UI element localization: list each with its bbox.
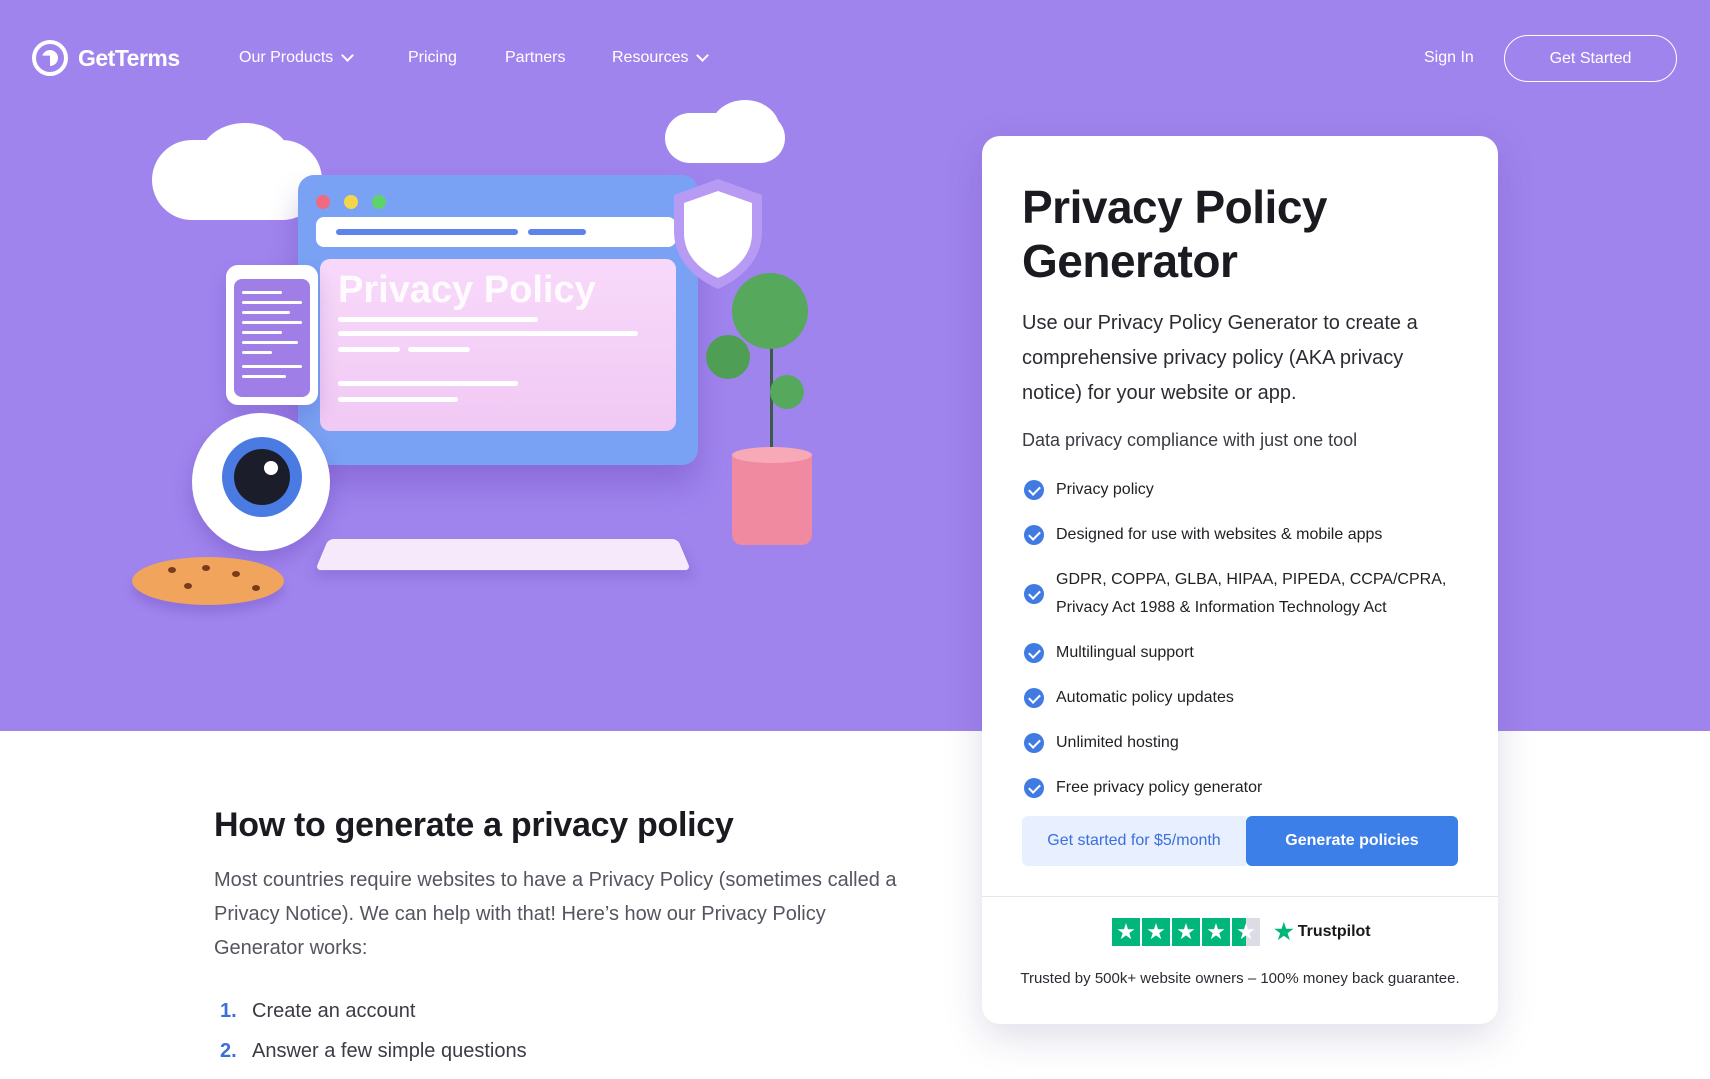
url-bar: [316, 217, 676, 247]
check-circle-icon: [1024, 778, 1044, 798]
logo-icon: [32, 40, 68, 76]
nav-item-our-products[interactable]: Our Products: [239, 49, 355, 67]
trustpilot-label: Trustpilot: [1297, 923, 1371, 940]
plant-pot: [732, 447, 812, 545]
hero-illustration: Privacy Policy: [120, 95, 820, 615]
check-circle-icon: [1024, 480, 1044, 500]
title-line: Generator: [1022, 235, 1238, 287]
feature-item: Multilingual support: [1024, 639, 1464, 667]
cookie-icon: [132, 557, 284, 605]
nav-item-label: Our Products: [239, 49, 334, 66]
step-number: 2.: [220, 1040, 237, 1062]
nav-item-label: Pricing: [408, 49, 457, 66]
list-item: 1. Create an account: [220, 998, 527, 1024]
get-started-button[interactable]: Get Started: [1504, 35, 1677, 82]
howto-title: How to generate a privacy policy: [214, 806, 734, 844]
brand-logo[interactable]: GetTerms: [32, 40, 180, 76]
nav-item-partners[interactable]: Partners: [505, 49, 565, 67]
leaf-icon: [770, 375, 804, 409]
generate-policies-button[interactable]: Generate policies: [1246, 816, 1458, 866]
card-description: Use our Privacy Policy Generator to crea…: [1022, 312, 1418, 404]
check-circle-icon: [1024, 688, 1044, 708]
divider: [982, 896, 1498, 897]
star-icon: ★: [1202, 918, 1230, 946]
feature-item: Designed for use with websites & mobile …: [1024, 521, 1464, 549]
generator-card: Privacy Policy Generator Use our Privacy…: [982, 136, 1498, 1024]
check-circle-icon: [1024, 643, 1044, 663]
nav-item-label: Partners: [505, 49, 566, 66]
get-started-monthly-button[interactable]: Get started for $5/month: [1022, 816, 1246, 866]
brand-name: GetTerms: [78, 44, 180, 71]
chevron-down-icon: [696, 49, 710, 62]
feature-label: Free privacy policy generator: [1056, 779, 1263, 796]
star-icon: ★: [1142, 918, 1170, 946]
feature-item: Automatic policy updates: [1024, 684, 1464, 712]
star-rating: ★ ★ ★ ★ ★: [1112, 918, 1260, 946]
trustpilot-star-icon: ★: [1274, 919, 1294, 944]
list-item: 2. Answer a few simple questions: [220, 1038, 527, 1064]
phone-illustration: [226, 265, 318, 405]
keyboard-illustration: [315, 538, 691, 571]
feature-label: Automatic policy updates: [1056, 689, 1234, 706]
window-dot: [344, 195, 358, 209]
star-icon: ★: [1172, 918, 1200, 946]
doc-title: Privacy Policy: [338, 269, 596, 311]
step-label: Create an account: [252, 1000, 416, 1022]
browser-window-illustration: Privacy Policy: [298, 175, 698, 465]
check-circle-icon: [1024, 525, 1044, 545]
check-circle-icon: [1024, 584, 1044, 604]
nav-item-pricing[interactable]: Pricing: [408, 49, 457, 67]
feature-label: Designed for use with websites & mobile …: [1056, 526, 1383, 543]
feature-list: Privacy policy Designed for use with web…: [1024, 476, 1464, 819]
feature-item: Unlimited hosting: [1024, 729, 1464, 757]
feature-label: Multilingual support: [1056, 644, 1194, 661]
check-circle-icon: [1024, 733, 1044, 753]
feature-item: Free privacy policy generator: [1024, 774, 1464, 802]
steps-list: 1. Create an account 2. Answer a few sim…: [220, 998, 527, 1078]
trustpilot-logo: ★ Trustpilot: [1274, 919, 1371, 945]
step-number: 1.: [220, 1000, 237, 1022]
howto-description: Most countries require websites to have …: [214, 869, 897, 959]
sign-in-link[interactable]: Sign In: [1424, 49, 1474, 67]
eye-icon: [192, 413, 330, 551]
feature-item: GDPR, COPPA, GLBA, HIPAA, PIPEDA, CCPA/C…: [1024, 566, 1464, 622]
chevron-down-icon: [341, 49, 355, 62]
page-title: Privacy Policy Generator: [1022, 180, 1462, 288]
cloud-icon: [710, 100, 780, 160]
trust-text: Trusted by 500k+ website owners – 100% m…: [1020, 970, 1460, 987]
cta-row: Get started for $5/month Generate polici…: [1022, 816, 1458, 866]
window-dot: [316, 195, 330, 209]
window-dot: [372, 195, 386, 209]
title-line: Privacy Policy: [1022, 181, 1327, 233]
document-illustration: Privacy Policy: [320, 259, 676, 431]
trustpilot-rating[interactable]: ★ ★ ★ ★ ★ ★ Trustpilot: [1112, 918, 1371, 946]
star-half-icon: ★: [1232, 918, 1260, 946]
feature-label: Unlimited hosting: [1056, 734, 1179, 751]
feature-item: Privacy policy: [1024, 476, 1464, 504]
cloud-icon: [200, 123, 290, 193]
feature-label: Privacy policy: [1056, 481, 1154, 498]
card-subheading: Data privacy compliance with just one to…: [1022, 430, 1358, 450]
leaf-icon: [732, 273, 808, 349]
star-icon: ★: [1112, 918, 1140, 946]
feature-label: GDPR, COPPA, GLBA, HIPAA, PIPEDA, CCPA/C…: [1056, 571, 1447, 616]
nav-item-label: Resources: [612, 49, 689, 66]
leaf-icon: [706, 335, 750, 379]
nav-item-resources[interactable]: Resources: [612, 49, 710, 67]
step-label: Answer a few simple questions: [252, 1040, 527, 1062]
shield-icon: [674, 179, 762, 289]
